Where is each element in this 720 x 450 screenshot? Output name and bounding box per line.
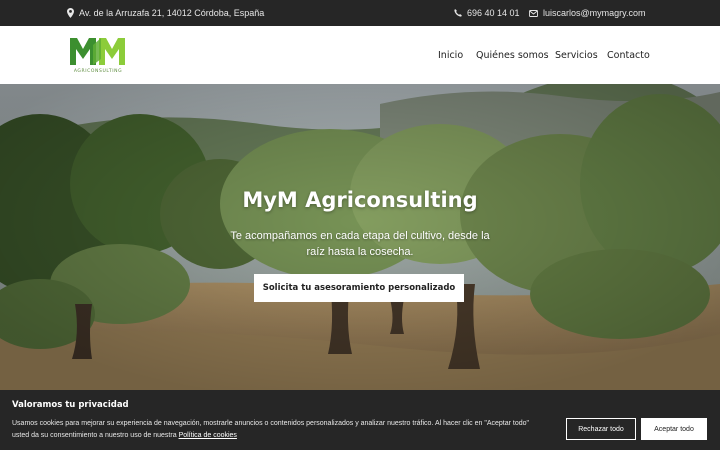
logo-subtitle: AGRICONSULTING: [73, 69, 123, 74]
cookie-consent-banner: Valoramos tu privacidad Usamos cookies p…: [0, 390, 720, 450]
phone-text: 696 40 14 01: [467, 8, 520, 18]
nav-contacto[interactable]: Contacto: [607, 50, 650, 61]
address-info: Av. de la Arruzafa 21, 14012 Córdoba, Es…: [67, 8, 264, 18]
nav-servicios[interactable]: Servicios: [555, 50, 598, 61]
map-pin-icon: [67, 8, 74, 18]
nav-quienes-somos[interactable]: Quiénes somos: [476, 50, 549, 61]
site-header: AGRICONSULTING Inicio Quiénes somos Serv…: [0, 26, 720, 84]
nav-inicio[interactable]: Inicio: [438, 50, 463, 61]
cookie-title: Valoramos tu privacidad: [12, 400, 129, 410]
cookie-description: Usamos cookies para mejorar su experienc…: [12, 418, 542, 442]
top-contact-bar: Av. de la Arruzafa 21, 14012 Córdoba, Es…: [0, 0, 720, 26]
address-text: Av. de la Arruzafa 21, 14012 Córdoba, Es…: [79, 8, 265, 18]
envelope-icon: [529, 9, 538, 17]
consultation-cta-button[interactable]: Solicita tu asesoramiento personalizado: [254, 274, 464, 302]
cookie-policy-link[interactable]: Política de cookies: [179, 432, 237, 439]
hero-subtitle: Te acompañamos en cada etapa del cultivo…: [230, 230, 490, 258]
hero-title: MyM Agriconsulting: [242, 188, 478, 212]
email-link[interactable]: luiscarlos@mymagry.com: [529, 8, 646, 18]
accept-all-button[interactable]: Aceptar todo: [641, 418, 707, 440]
phone-icon: [454, 9, 462, 17]
hero-section: MyM Agriconsulting Te acompañamos en cad…: [0, 84, 720, 390]
cookie-text: Usamos cookies para mejorar su experienc…: [12, 420, 530, 439]
site-logo[interactable]: AGRICONSULTING: [68, 35, 128, 77]
phone-link[interactable]: 696 40 14 01: [454, 8, 520, 18]
reject-all-button[interactable]: Rechazar todo: [566, 418, 636, 440]
email-text: luiscarlos@mymagry.com: [543, 8, 646, 18]
